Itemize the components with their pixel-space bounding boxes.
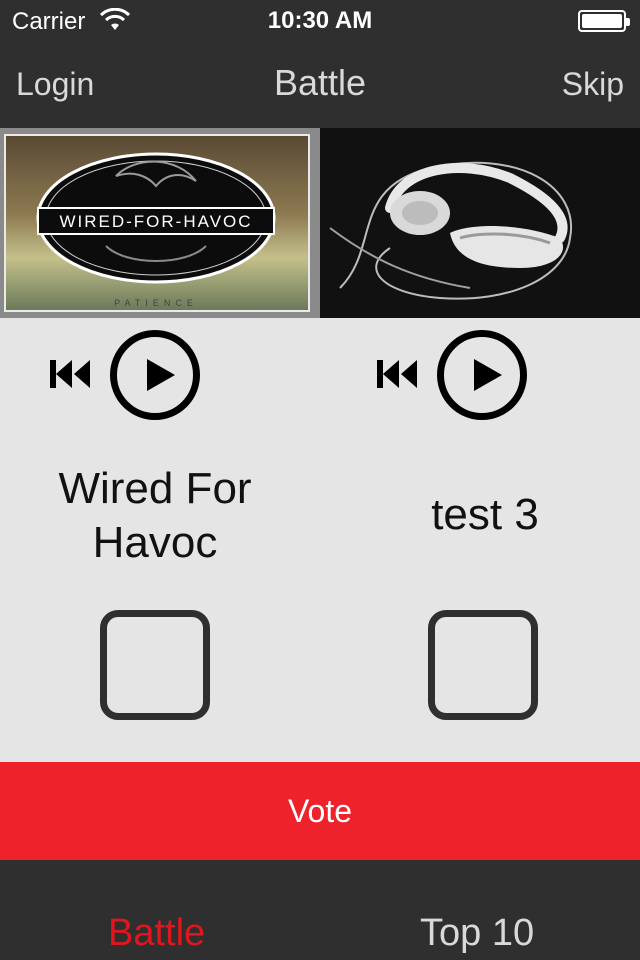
contender-name-right: test 3: [431, 490, 539, 539]
select-checkbox-right[interactable]: [428, 610, 538, 720]
rewind-icon[interactable]: [48, 352, 92, 396]
artwork-left[interactable]: WIRED-FOR-HAVOC PATIENCE: [0, 128, 320, 318]
battery-icon: [578, 10, 630, 32]
skip-button[interactable]: Skip: [562, 66, 624, 103]
tab-battle[interactable]: Battle: [108, 912, 205, 955]
artwork-right[interactable]: [320, 128, 640, 318]
contender-name-left: Wired For Havoc: [58, 464, 252, 567]
play-button-right[interactable]: [437, 330, 527, 420]
headphones-image: [320, 128, 640, 318]
player-controls-left: [48, 330, 248, 420]
artwork-row: WIRED-FOR-HAVOC PATIENCE: [0, 128, 640, 318]
wired-for-havoc-logo: WIRED-FOR-HAVOC PATIENCE: [36, 152, 276, 308]
play-icon: [147, 359, 175, 391]
tab-bar: Battle Top 10: [0, 860, 640, 960]
play-icon: [474, 359, 502, 391]
player-controls-right: [375, 330, 575, 420]
nav-bar: Login Battle Skip: [0, 40, 640, 128]
page-title: Battle: [273, 62, 367, 103]
vote-button[interactable]: Vote: [0, 762, 640, 860]
svg-text:PATIENCE: PATIENCE: [114, 298, 198, 308]
svg-text:WIRED-FOR-HAVOC: WIRED-FOR-HAVOC: [59, 212, 252, 231]
select-checkbox-left[interactable]: [100, 610, 210, 720]
play-button-left[interactable]: [110, 330, 200, 420]
status-bar: Carrier 10:30 AM: [0, 0, 640, 40]
tab-top-10[interactable]: Top 10: [420, 912, 534, 955]
clock: 10:30 AM: [267, 7, 373, 34]
rewind-icon[interactable]: [375, 352, 419, 396]
